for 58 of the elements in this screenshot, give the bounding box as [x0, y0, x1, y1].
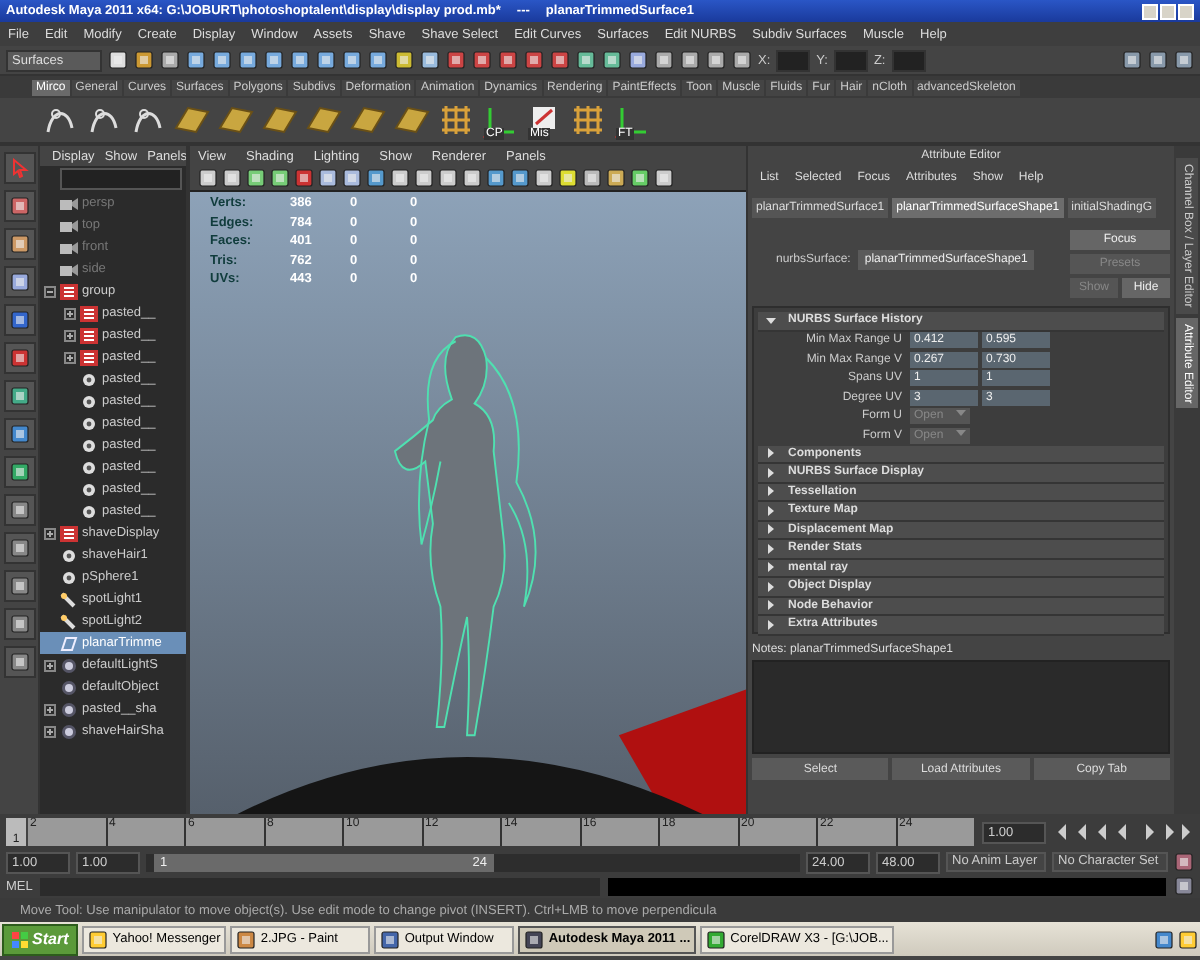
- camera-icon: [60, 261, 78, 277]
- app-icon: [380, 929, 401, 949]
- expand-toggle-icon[interactable]: [64, 329, 76, 341]
- group-icon: [80, 349, 98, 365]
- grid-tool-icon: [436, 100, 476, 140]
- minimize-button[interactable]: [1142, 3, 1158, 19]
- collapse-toggle-icon[interactable]: [44, 285, 56, 297]
- expand-toggle-icon[interactable]: [64, 307, 76, 319]
- layout-button[interactable]: [3, 608, 35, 640]
- script-editor-icon[interactable]: [1174, 876, 1194, 896]
- expand-toggle-icon[interactable]: [44, 659, 56, 671]
- layout-button[interactable]: [3, 532, 35, 564]
- camera-icon: [60, 217, 78, 233]
- tool-button[interactable]: [3, 418, 35, 450]
- key-icon[interactable]: [1174, 852, 1194, 872]
- tool-button[interactable]: [3, 304, 35, 336]
- collapse-arrow-icon[interactable]: [766, 315, 776, 326]
- maximize-button[interactable]: [1160, 3, 1176, 19]
- coord-field[interactable]: [891, 49, 926, 71]
- expand-toggle-icon[interactable]: [44, 725, 56, 737]
- camera-icon: [60, 195, 78, 211]
- group-icon: [60, 525, 78, 541]
- group-icon: [80, 327, 98, 343]
- coord-field[interactable]: [833, 49, 868, 71]
- notes-field[interactable]: [752, 660, 1170, 754]
- app-icon: [236, 929, 257, 949]
- tool-button[interactable]: [3, 266, 35, 298]
- tool-button[interactable]: [3, 342, 35, 374]
- app-icon: [706, 929, 727, 949]
- layout-button[interactable]: [3, 494, 35, 526]
- windows-logo-icon: [12, 931, 28, 947]
- filter-field[interactable]: [60, 168, 182, 190]
- shelf-button[interactable]: [436, 100, 476, 140]
- app-icon: [524, 929, 545, 949]
- close-button[interactable]: [1178, 3, 1194, 19]
- expand-toggle-icon[interactable]: [44, 527, 56, 539]
- surface-icon: [60, 635, 78, 651]
- tool-button[interactable]: [3, 228, 35, 260]
- group-icon: [80, 305, 98, 321]
- group-icon: [60, 283, 78, 299]
- expand-toggle-icon[interactable]: [64, 351, 76, 363]
- shelf-button[interactable]: [568, 100, 608, 140]
- tool-button[interactable]: [3, 190, 35, 222]
- camera-icon: [60, 239, 78, 255]
- spotlight-icon: [60, 613, 78, 629]
- grid-tool-icon: [568, 100, 608, 140]
- select-tool[interactable]: [3, 152, 35, 184]
- coord-field[interactable]: [776, 49, 811, 71]
- command-field[interactable]: [40, 877, 601, 895]
- layout-button[interactable]: [3, 570, 35, 602]
- layout-button[interactable]: [3, 646, 35, 678]
- playback-controls-icon[interactable]: [1054, 824, 1194, 840]
- arrow-cursor-icon: [9, 158, 29, 178]
- app-icon: [88, 929, 109, 949]
- tool-button[interactable]: [3, 456, 35, 488]
- tool-button[interactable]: [3, 380, 35, 412]
- spotlight-icon: [60, 591, 78, 607]
- expand-toggle-icon[interactable]: [44, 703, 56, 715]
